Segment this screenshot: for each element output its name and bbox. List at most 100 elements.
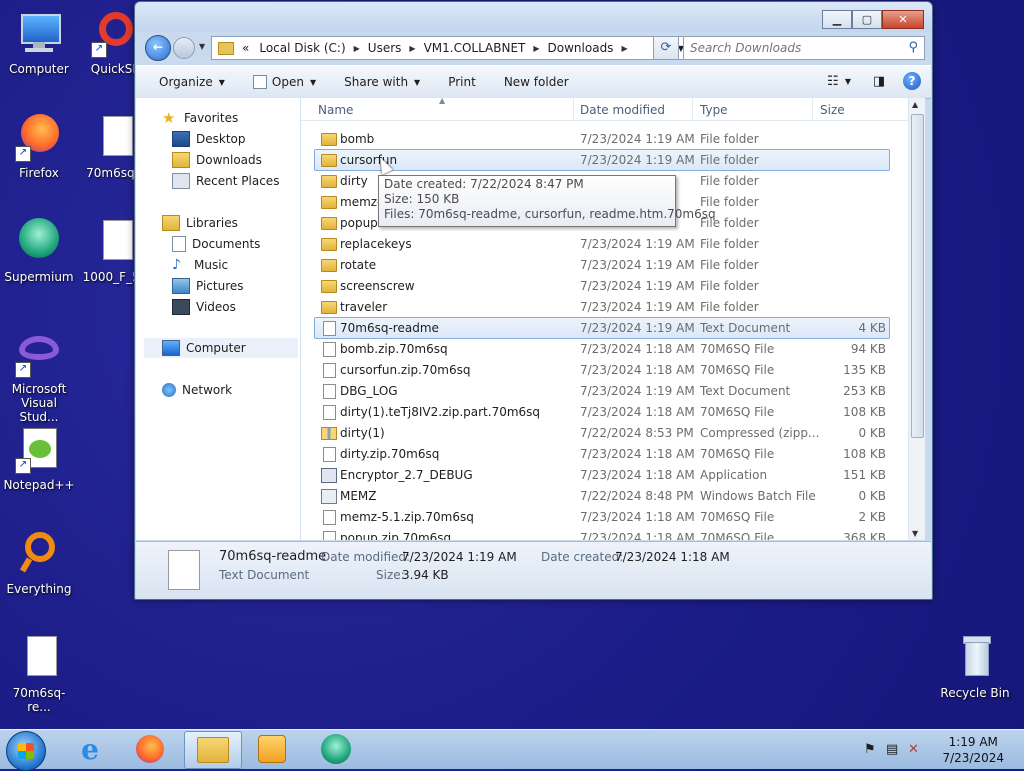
view-options-icon[interactable]: ☷ bbox=[823, 72, 843, 90]
details-modified-value: 7/23/2024 1:19 AM bbox=[402, 550, 517, 564]
scrollbar-thumb[interactable] bbox=[911, 114, 924, 438]
share-with-button[interactable]: Share with ▼ bbox=[330, 75, 434, 89]
clock[interactable]: 1:19 AM 7/23/2024 bbox=[942, 734, 1004, 766]
chevron-right-icon[interactable]: ▶ bbox=[619, 44, 629, 53]
file-date-modified: 7/22/2024 8:48 PM bbox=[580, 489, 694, 503]
chevron-down-icon[interactable]: ▼ bbox=[845, 77, 851, 86]
address-bar[interactable]: « Local Disk (C:) ▶ Users ▶ VM1.COLLABNE… bbox=[211, 36, 691, 60]
close-button[interactable]: ✕ bbox=[882, 10, 924, 29]
taskbar-supermium[interactable] bbox=[308, 731, 364, 767]
nav-videos[interactable]: Videos bbox=[172, 297, 236, 317]
taskbar-internet-explorer[interactable]: e bbox=[62, 731, 118, 767]
breadcrumb-user[interactable]: VM1.COLLABNET bbox=[418, 41, 532, 55]
taskbar-media-player[interactable] bbox=[244, 731, 300, 767]
column-divider[interactable] bbox=[692, 98, 693, 120]
search-input[interactable] bbox=[688, 37, 902, 59]
forward-button[interactable] bbox=[173, 37, 195, 59]
file-list[interactable]: Name ▲ Date modified Type Size bomb 7/23/… bbox=[301, 98, 925, 540]
desktop-icon-computer[interactable]: Computer bbox=[2, 10, 76, 76]
taskbar: e ⚑ ▤ ✕ 1:19 AM 7/23/2024 bbox=[0, 729, 1024, 771]
file-explorer-icon bbox=[197, 737, 229, 763]
file-row[interactable]: MEMZ 7/22/2024 8:48 PM Windows Batch File 0… bbox=[315, 486, 889, 506]
supermium-icon bbox=[321, 734, 351, 764]
scroll-down-icon[interactable]: ▼ bbox=[912, 529, 918, 538]
breadcrumb-downloads[interactable]: Downloads bbox=[542, 41, 620, 55]
maximize-button[interactable]: ▢ bbox=[852, 10, 882, 29]
desktop-icon-supermium[interactable]: Supermium bbox=[2, 218, 76, 284]
column-date-modified[interactable]: Date modified bbox=[580, 103, 665, 117]
chevron-right-icon[interactable]: ▶ bbox=[407, 44, 417, 53]
nav-music[interactable]: ♪ Music bbox=[172, 255, 228, 275]
refresh-button[interactable]: ⟳ bbox=[653, 36, 679, 60]
search-box[interactable]: ⚲ bbox=[683, 36, 925, 60]
network-status-icon[interactable]: ▤ bbox=[886, 742, 898, 757]
column-divider[interactable] bbox=[812, 98, 813, 120]
nav-documents[interactable]: Documents bbox=[172, 234, 260, 254]
new-folder-button[interactable]: New folder bbox=[490, 75, 583, 89]
column-size[interactable]: Size bbox=[820, 103, 845, 117]
chevron-right-icon[interactable]: ▶ bbox=[531, 44, 541, 53]
file-row[interactable]: cursorfun 7/23/2024 1:19 AM File folder bbox=[314, 149, 890, 171]
desktop-icon-firefox[interactable]: ↗ Firefox bbox=[2, 114, 76, 180]
nav-computer[interactable]: Computer bbox=[144, 338, 298, 358]
file-row[interactable]: bomb 7/23/2024 1:19 AM File folder bbox=[315, 129, 889, 149]
explorer-window[interactable]: ▁ ▢ ✕ ← ▼ « Local Disk (C:) ▶ Users ▶ VM… bbox=[134, 1, 933, 600]
scroll-up-icon[interactable]: ▲ bbox=[912, 100, 918, 109]
file-row[interactable]: DBG_LOG 7/23/2024 1:19 AM Text Document 253… bbox=[315, 381, 889, 401]
breadcrumb-local-disk[interactable]: Local Disk (C:) bbox=[253, 41, 351, 55]
start-button[interactable] bbox=[6, 731, 46, 771]
file-row[interactable]: replacekeys 7/23/2024 1:19 AM File folder bbox=[315, 234, 889, 254]
file-row[interactable]: dirty(1) 7/22/2024 8:53 PM Compressed (zip… bbox=[315, 423, 889, 443]
nav-downloads[interactable]: Downloads bbox=[172, 150, 262, 170]
open-button[interactable]: Open ▼ bbox=[239, 75, 330, 89]
file-row[interactable]: popup.zip.70m6sq 7/23/2024 1:18 AM 70M6SQ … bbox=[315, 528, 889, 540]
taskbar-firefox[interactable] bbox=[122, 731, 178, 767]
nav-network[interactable]: Network bbox=[162, 380, 232, 400]
file-row[interactable]: cursorfun.zip.70m6sq 7/23/2024 1:18 AM 70M… bbox=[315, 360, 889, 380]
desktop-icon-visual-studio[interactable]: ↗ Microsoft Visual Stud... bbox=[2, 330, 76, 424]
breadcrumb-overflow[interactable]: « bbox=[238, 41, 253, 55]
file-row[interactable]: dirty.zip.70m6sq 7/23/2024 1:18 AM 70M6SQ … bbox=[315, 444, 889, 464]
title-bar[interactable]: ▁ ▢ ✕ bbox=[135, 2, 932, 32]
desktop-icon-everything[interactable]: Everything bbox=[2, 530, 76, 596]
desktop-icon-notepadpp[interactable]: ↗ Notepad++ bbox=[2, 426, 76, 492]
recent-pages-dropdown[interactable]: ▼ bbox=[199, 42, 205, 51]
minimize-button[interactable]: ▁ bbox=[822, 10, 852, 29]
file-row[interactable]: Encryptor_2.7_DEBUG 7/23/2024 1:18 AM Appl… bbox=[315, 465, 889, 485]
volume-muted-icon[interactable]: ✕ bbox=[908, 742, 919, 757]
file-row[interactable]: traveler 7/23/2024 1:19 AM File folder bbox=[315, 297, 889, 317]
breadcrumb-users[interactable]: Users bbox=[362, 41, 408, 55]
preview-pane-icon[interactable]: ◨ bbox=[869, 72, 889, 90]
notepadpp-icon: ↗ bbox=[15, 426, 63, 474]
column-type[interactable]: Type bbox=[700, 103, 728, 117]
nav-favorites[interactable]: ★ Favorites bbox=[162, 108, 238, 128]
search-icon[interactable]: ⚲ bbox=[908, 40, 918, 55]
help-icon[interactable]: ? bbox=[903, 72, 921, 90]
new-folder-label: New folder bbox=[503, 75, 569, 89]
vertical-scrollbar[interactable]: ▲ ▼ bbox=[908, 98, 925, 540]
file-row[interactable]: screenscrew 7/23/2024 1:19 AM File folder bbox=[315, 276, 889, 296]
organize-button[interactable]: Organize ▼ bbox=[136, 75, 239, 89]
file-type: File folder bbox=[700, 300, 759, 314]
desktop-icon-recycle-bin[interactable]: Recycle Bin bbox=[938, 634, 1012, 700]
back-button[interactable]: ← bbox=[145, 35, 171, 61]
file-row[interactable]: memz-5.1.zip.70m6sq 7/23/2024 1:18 AM 70M6… bbox=[315, 507, 889, 527]
file-row[interactable]: bomb.zip.70m6sq 7/23/2024 1:18 AM 70M6SQ F… bbox=[315, 339, 889, 359]
column-name[interactable]: Name bbox=[318, 103, 353, 117]
column-divider[interactable] bbox=[573, 98, 574, 120]
file-row[interactable]: dirty(1).teTj8IV2.zip.part.70m6sq 7/23/20… bbox=[315, 402, 889, 422]
file-row[interactable]: rotate 7/23/2024 1:19 AM File folder bbox=[315, 255, 889, 275]
nav-label: Desktop bbox=[196, 132, 246, 146]
desktop-icon-70m6sq-re[interactable]: 70m6sq-re... bbox=[2, 634, 76, 714]
nav-recent-places[interactable]: Recent Places bbox=[172, 171, 279, 191]
file-row[interactable]: 70m6sq-readme 7/23/2024 1:19 AM Text Docum… bbox=[314, 317, 890, 339]
print-button[interactable]: Print bbox=[434, 75, 490, 89]
taskbar-file-explorer[interactable] bbox=[184, 731, 242, 769]
folder-icon bbox=[321, 217, 337, 230]
nav-desktop[interactable]: Desktop bbox=[172, 129, 246, 149]
nav-pictures[interactable]: Pictures bbox=[172, 276, 244, 296]
nav-libraries[interactable]: Libraries bbox=[162, 213, 238, 233]
chevron-right-icon[interactable]: ▶ bbox=[352, 44, 362, 53]
action-center-flag-icon[interactable]: ⚑ bbox=[864, 742, 876, 757]
nav-label: Videos bbox=[196, 300, 236, 314]
